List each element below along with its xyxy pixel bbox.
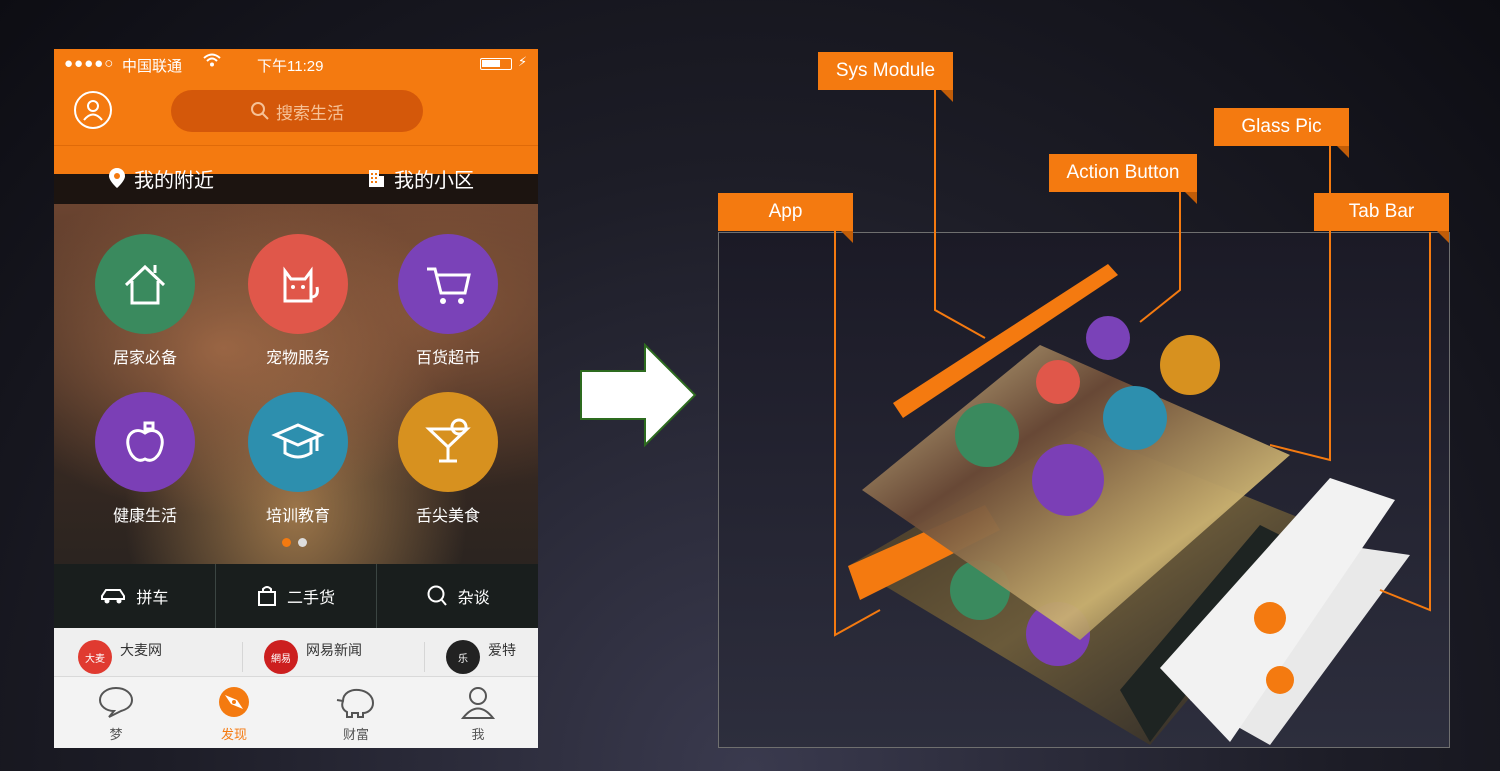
leader-line-sys-module bbox=[934, 90, 986, 339]
callout-sys-module: Sys Module bbox=[818, 52, 953, 102]
callout-label: Glass Pic bbox=[1241, 116, 1322, 137]
callout-tab-bar: Tab Bar bbox=[1314, 193, 1449, 243]
layer-action-food-icon bbox=[1160, 335, 1220, 395]
callout-label: Tab Bar bbox=[1348, 201, 1415, 222]
callout-label: App bbox=[768, 201, 803, 222]
callout-app: App bbox=[718, 193, 853, 243]
layer-action-education-icon bbox=[1103, 386, 1167, 450]
callout-label: Action Button bbox=[1066, 162, 1180, 183]
layer-action-market-icon bbox=[1086, 316, 1130, 360]
layer-action-pet-icon bbox=[1036, 360, 1080, 404]
layer-tabbar-discover-icon-back bbox=[1266, 666, 1294, 694]
leader-line-action-button bbox=[1139, 192, 1181, 323]
layer-action-health-icon bbox=[1032, 444, 1104, 516]
callout-label: Sys Module bbox=[835, 60, 936, 81]
layer-tabbar-discover-icon bbox=[1254, 602, 1286, 634]
layer-action-home-icon bbox=[955, 403, 1019, 467]
callout-action-button: Action Button bbox=[1049, 154, 1197, 204]
callout-glass-pic: Glass Pic bbox=[1214, 108, 1349, 158]
